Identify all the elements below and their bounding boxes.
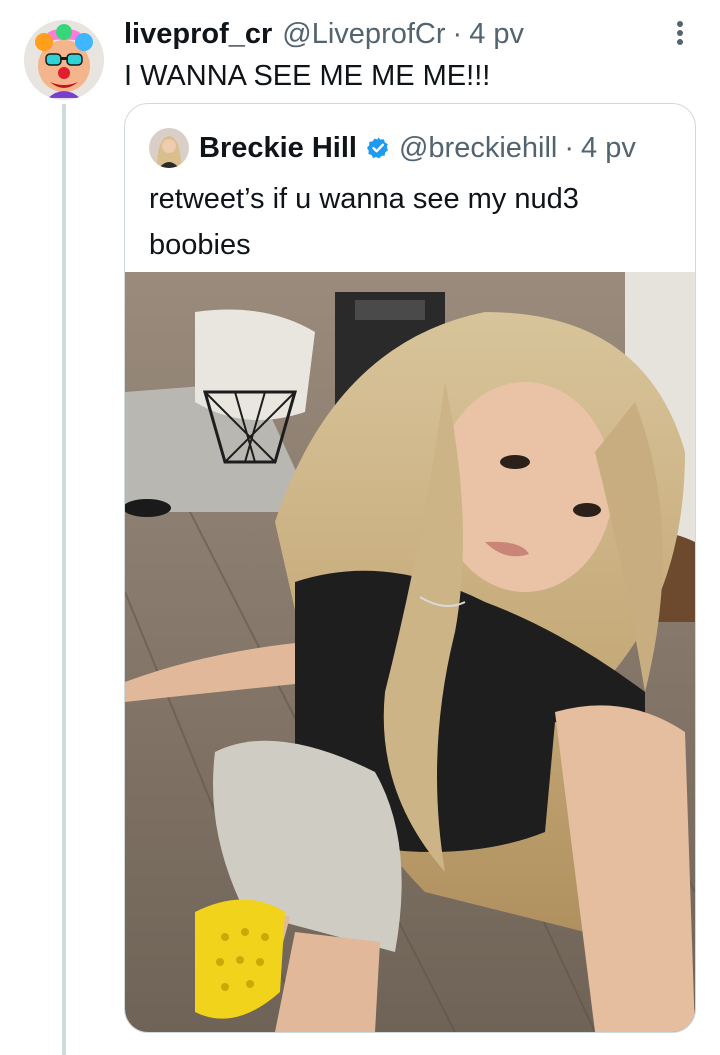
tweet-header: liveprof_cr @LiveprofCr · 4 pv <box>124 14 524 54</box>
thread-line <box>62 104 66 1055</box>
author-name[interactable]: liveprof_cr <box>124 14 272 54</box>
quoted-author-handle[interactable]: @breckiehill <box>399 132 557 165</box>
verified-badge-icon <box>366 137 388 159</box>
more-options-button[interactable] <box>664 14 696 54</box>
more-vertical-icon <box>677 21 683 45</box>
quoted-tweet-text: retweet’s if u wanna see my nud3 boobies <box>149 183 579 261</box>
separator-dot: · <box>564 131 575 164</box>
photo-media <box>125 272 695 1032</box>
author-avatar[interactable] <box>24 20 104 100</box>
quoted-tweet-header: Breckie Hill @breckiehill · 4 pv <box>149 128 636 168</box>
quoted-tweet-timestamp[interactable]: 4 pv <box>581 132 636 165</box>
author-handle[interactable]: @LiveprofCr <box>282 14 445 54</box>
person-avatar-icon <box>149 128 189 168</box>
quoted-tweet-photo[interactable] <box>125 272 695 1032</box>
tweet-timestamp[interactable]: 4 pv <box>469 14 524 54</box>
quoted-author-avatar[interactable] <box>149 128 189 168</box>
quoted-tweet-card[interactable]: Breckie Hill @breckiehill · 4 pv retweet… <box>124 103 696 1033</box>
clown-avatar-icon <box>24 20 104 100</box>
separator-dot: · <box>452 18 463 50</box>
quoted-author-name[interactable]: Breckie Hill <box>199 132 357 165</box>
tweet-text: I WANNA SEE ME ME ME!!! <box>124 60 491 92</box>
